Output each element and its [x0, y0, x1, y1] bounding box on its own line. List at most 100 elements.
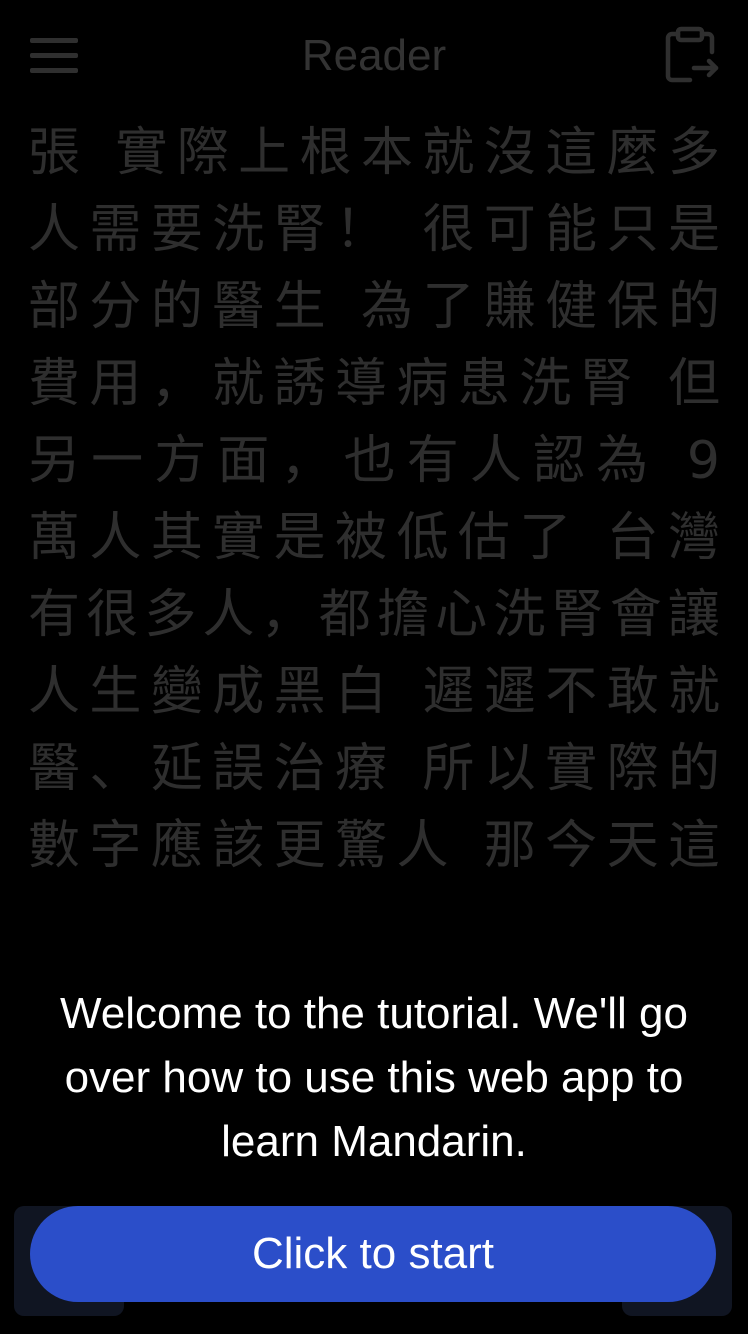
reader-char: 為: [360, 277, 413, 337]
reader-char: 就: [422, 123, 475, 183]
reader-char: 所: [422, 739, 475, 799]
reader-char: 的: [667, 739, 720, 799]
reader-char: 用: [89, 354, 142, 414]
reader-line: 人生變成黑白 遲遲不敢就: [28, 654, 720, 731]
reader-char: 灣: [667, 508, 720, 568]
reader-char: 都: [318, 585, 371, 645]
reader-char: 也: [343, 431, 396, 491]
reader-line: 醫、延誤治療 所以實際的: [28, 731, 720, 808]
reader-char: 導: [335, 354, 388, 414]
reader-char: 很: [86, 585, 139, 645]
reader-char: 一: [91, 431, 144, 491]
reader-char: 實: [212, 508, 265, 568]
reader-char: 上: [238, 123, 291, 183]
reader-char: 健: [545, 277, 598, 337]
reader-char: 了: [519, 508, 572, 568]
page-title: Reader: [301, 31, 447, 80]
reader-char: 敢: [606, 662, 659, 722]
reader-char: 那: [483, 816, 536, 876]
reader-char: 多: [667, 123, 720, 183]
reader-line: 有很多人，都擔心洗腎會讓: [28, 577, 720, 654]
reader-char: 可: [483, 200, 536, 260]
reader-char: 會: [609, 585, 662, 645]
reader-char: 部: [28, 277, 81, 337]
reader-char: 賺: [483, 277, 536, 337]
reader-char: 方: [154, 431, 207, 491]
reader-char: 9: [686, 431, 720, 491]
reader-char: 人: [396, 816, 449, 876]
reader-char: 醫: [212, 277, 265, 337]
reader-char: 洗: [212, 200, 265, 260]
reader-char: 字: [89, 816, 142, 876]
reader-char: 人: [202, 585, 255, 645]
reader-char: 成: [212, 662, 265, 722]
reader-char: 今: [545, 816, 598, 876]
reader-char: 台: [606, 508, 659, 568]
reader-char: 醫: [28, 739, 81, 799]
reader-char: 了: [422, 277, 475, 337]
reader-line: 數字應該更驚人 那今天這: [28, 808, 720, 885]
reader-char: 數: [28, 816, 81, 876]
reader-line: 部分的醫生 為了賺健保的: [28, 269, 720, 346]
reader-char: 洗: [493, 585, 546, 645]
reader-char: 是: [667, 200, 720, 260]
reader-char: [659, 423, 676, 500]
reader-char: [458, 808, 475, 885]
reader-char: 人: [469, 431, 522, 491]
reader-char: [581, 500, 598, 577]
reader-char: 實: [545, 739, 598, 799]
reader-char: 黑: [273, 662, 326, 722]
reader-char: 張: [28, 123, 81, 183]
reader-char: 分: [89, 277, 142, 337]
reader-char: [642, 346, 659, 423]
reader-char: 人: [28, 200, 81, 260]
reader-char: 驚: [335, 816, 388, 876]
reader-char: 擔: [377, 585, 430, 645]
reader-char: 被: [335, 508, 388, 568]
reader-char: [396, 731, 413, 808]
reader-char: 要: [150, 200, 203, 260]
reader-char: 只: [606, 200, 659, 260]
reader-char: 心: [435, 585, 488, 645]
reader-char: 際: [176, 123, 229, 183]
reader-char: 、: [89, 739, 142, 799]
reader-char: 有: [406, 431, 459, 491]
reader-char: [396, 654, 413, 731]
clipboard-export-icon[interactable]: [664, 26, 720, 84]
reader-char: 腎: [551, 585, 604, 645]
reader-char: 病: [396, 354, 449, 414]
reader-char: 本: [360, 123, 413, 183]
reader-char: 人: [89, 508, 142, 568]
reader-char: 患: [457, 354, 510, 414]
reader-char: 低: [396, 508, 449, 568]
reader-char: 就: [667, 662, 720, 722]
reader-char: 誘: [273, 354, 326, 414]
reader-char: 誤: [212, 739, 265, 799]
reader-char: 更: [273, 816, 326, 876]
start-tutorial-button[interactable]: Click to start: [30, 1206, 716, 1302]
reader-char: 不: [545, 662, 598, 722]
reader-char: ，: [150, 354, 203, 414]
reader-char: 另: [28, 431, 81, 491]
reader-char: 遲: [422, 662, 475, 722]
app-header: Reader: [0, 0, 748, 112]
reader-char: 洗: [519, 354, 572, 414]
reader-char: 但: [667, 354, 720, 414]
reader-char: 延: [150, 739, 203, 799]
reader-char: 療: [335, 739, 388, 799]
reader-char: 多: [144, 585, 197, 645]
reader-char: 能: [545, 200, 598, 260]
reader-char: 認: [533, 431, 586, 491]
reader-char: 白: [335, 662, 388, 722]
reader-char: 的: [150, 277, 203, 337]
reader-char: 有: [28, 585, 81, 645]
reader-char: [335, 269, 352, 346]
reader-char: [89, 115, 106, 192]
reader-line: 費用，就誘導病患洗腎 但: [28, 346, 720, 423]
reader-char: [396, 192, 413, 269]
reader-char: 人: [28, 662, 81, 722]
reader-char: 費: [28, 354, 81, 414]
reader-char: ，: [260, 585, 313, 645]
reader-char: 這: [545, 123, 598, 183]
reader-line: 張 實際上根本就沒這麼多: [28, 115, 720, 192]
